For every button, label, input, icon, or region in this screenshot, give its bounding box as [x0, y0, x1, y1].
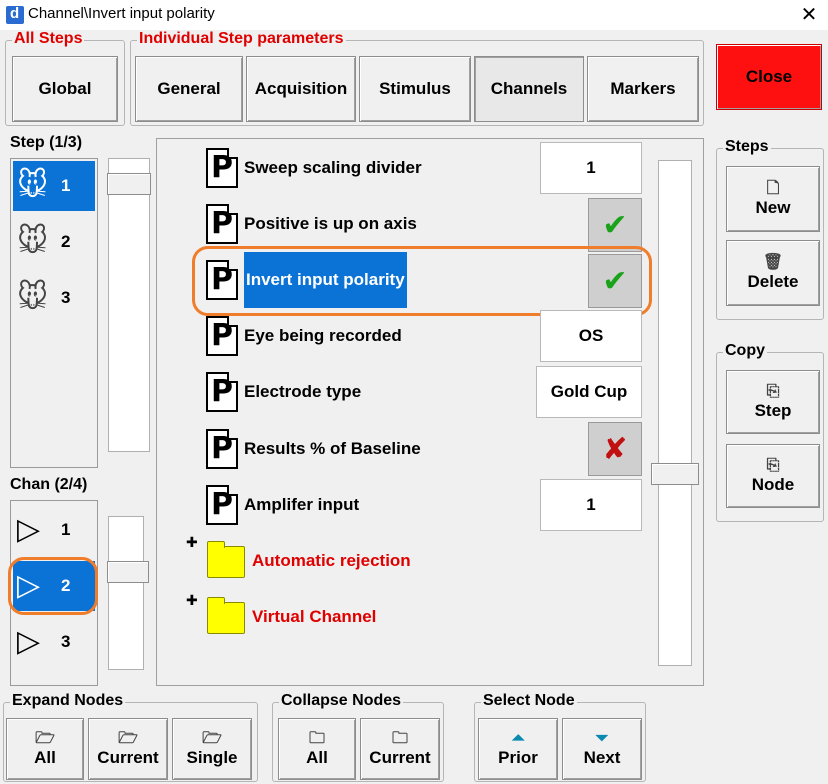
new-document-icon: 🗋: [766, 180, 780, 197]
step-item-2[interactable]: 🐭 2: [13, 217, 95, 267]
parameter-icon: P: [206, 204, 238, 244]
node-virtual-channel[interactable]: Virtual Channel: [252, 589, 376, 645]
close-button[interactable]: Close: [716, 44, 822, 110]
window-close-button[interactable]: ✕: [796, 2, 822, 28]
mouse-icon: 🐭: [17, 225, 49, 258]
parameter-icon: P: [206, 148, 238, 188]
all-steps-title: All Steps: [12, 30, 85, 48]
amplifier-icon: ▷: [17, 625, 41, 658]
param-label-positive-up[interactable]: Positive is up on axis: [244, 196, 417, 252]
chan-list-scrollbar[interactable]: [107, 516, 149, 670]
window-title: Channel\Invert input polarity: [28, 5, 215, 22]
step-list-header: Step (1/3): [10, 134, 83, 151]
collapse-all-button[interactable]: 🗀 All: [278, 718, 356, 780]
arrow-up-icon: ⏶: [511, 730, 525, 747]
steps-title: Steps: [723, 138, 771, 156]
step-list-scrollbar[interactable]: [107, 158, 151, 452]
folder-icon: [207, 541, 245, 578]
electrode-type-value[interactable]: Gold Cup: [536, 366, 642, 418]
chan-2-highlight: [8, 557, 98, 615]
step-item-1[interactable]: 🐭 1: [13, 161, 95, 211]
param-label-eye-recorded[interactable]: Eye being recorded: [244, 308, 402, 364]
title-bar: Channel\Invert input polarity ✕: [0, 0, 828, 30]
results-baseline-checkbox[interactable]: ✘: [588, 422, 642, 476]
amplifier-input-value[interactable]: 1: [540, 479, 642, 531]
param-label-electrode-type[interactable]: Electrode type: [244, 364, 361, 420]
step-item-3[interactable]: 🐭 3: [13, 273, 95, 323]
next-node-button[interactable]: ⏷ Next: [562, 718, 642, 780]
tab-stimulus[interactable]: Stimulus: [359, 56, 471, 122]
arrow-down-icon: ⏷: [595, 730, 609, 747]
eye-recorded-value[interactable]: OS: [540, 310, 642, 362]
step-scroll-thumb[interactable]: [107, 173, 151, 195]
expand-current-button[interactable]: 🗁 Current: [88, 718, 168, 780]
copy-step-button[interactable]: ⎘ Step: [726, 370, 820, 434]
folder-open-icon: 🗁: [202, 730, 222, 747]
tab-global[interactable]: Global: [12, 56, 118, 122]
chan-item-3[interactable]: ▷ 3: [13, 617, 95, 667]
tab-general[interactable]: General: [135, 56, 243, 122]
parameter-icon: P: [206, 485, 238, 525]
expand-single-button[interactable]: 🗁 Single: [172, 718, 252, 780]
new-step-button[interactable]: 🗋 New: [726, 166, 820, 232]
folders-icon: 🗀: [391, 730, 408, 747]
folders-icon: 🗀: [308, 730, 325, 747]
select-node-title: Select Node: [481, 692, 577, 710]
chan-item-1[interactable]: ▷ 1: [13, 505, 95, 555]
copy-node-button[interactable]: ⎘ Node: [726, 444, 820, 508]
parameter-icon: P: [206, 372, 238, 412]
trash-icon: 🗑: [762, 254, 784, 271]
parameter-icon: P: [206, 316, 238, 356]
chan-list-header: Chan (2/4): [10, 476, 88, 493]
folders-icon: 🗁: [35, 730, 55, 747]
invert-polarity-highlight: [192, 246, 652, 316]
tab-acquisition[interactable]: Acquisition: [246, 56, 356, 122]
tree-scrollbar[interactable]: [651, 160, 699, 666]
param-label-amplifier-input[interactable]: Amplifer input: [244, 477, 359, 533]
expand-all-button[interactable]: 🗁 All: [6, 718, 84, 780]
param-label-sweep-scaling[interactable]: Sweep scaling divider: [244, 140, 422, 196]
delete-step-button[interactable]: 🗑 Delete: [726, 240, 820, 306]
copy-icon: ⎘: [766, 457, 780, 474]
expand-plus-icon[interactable]: ✚: [186, 534, 198, 551]
x-icon: ✘: [602, 432, 628, 466]
collapse-current-button[interactable]: 🗀 Current: [360, 718, 440, 780]
tab-markers[interactable]: Markers: [587, 56, 699, 122]
parameter-icon: P: [206, 429, 238, 469]
node-automatic-rejection[interactable]: Automatic rejection: [252, 533, 411, 589]
mouse-icon: 🐭: [17, 169, 49, 202]
tree-scroll-thumb[interactable]: [651, 463, 699, 485]
check-icon: ✔: [602, 208, 628, 242]
folder-icon: [207, 597, 245, 634]
individual-step-title: Individual Step parameters: [137, 30, 346, 48]
amplifier-icon: ▷: [17, 513, 41, 546]
prior-node-button[interactable]: ⏶ Prior: [478, 718, 558, 780]
copy-icon: ⎘: [766, 383, 780, 400]
folders-icon: 🗁: [118, 730, 138, 747]
collapse-nodes-title: Collapse Nodes: [279, 692, 404, 710]
param-label-results-baseline[interactable]: Results % of Baseline: [244, 421, 421, 477]
mouse-icon: 🐭: [17, 281, 49, 314]
app-icon: [6, 5, 24, 24]
chan-scroll-thumb[interactable]: [107, 561, 149, 583]
expand-nodes-title: Expand Nodes: [10, 692, 126, 710]
expand-plus-icon[interactable]: ✚: [186, 592, 198, 609]
copy-title: Copy: [723, 342, 767, 360]
step-list: 🐭 1 🐭 2 🐭 3: [10, 158, 98, 468]
sweep-scaling-value[interactable]: 1: [540, 142, 642, 194]
tab-channels[interactable]: Channels: [474, 56, 584, 122]
positive-up-checkbox[interactable]: ✔: [588, 198, 642, 252]
